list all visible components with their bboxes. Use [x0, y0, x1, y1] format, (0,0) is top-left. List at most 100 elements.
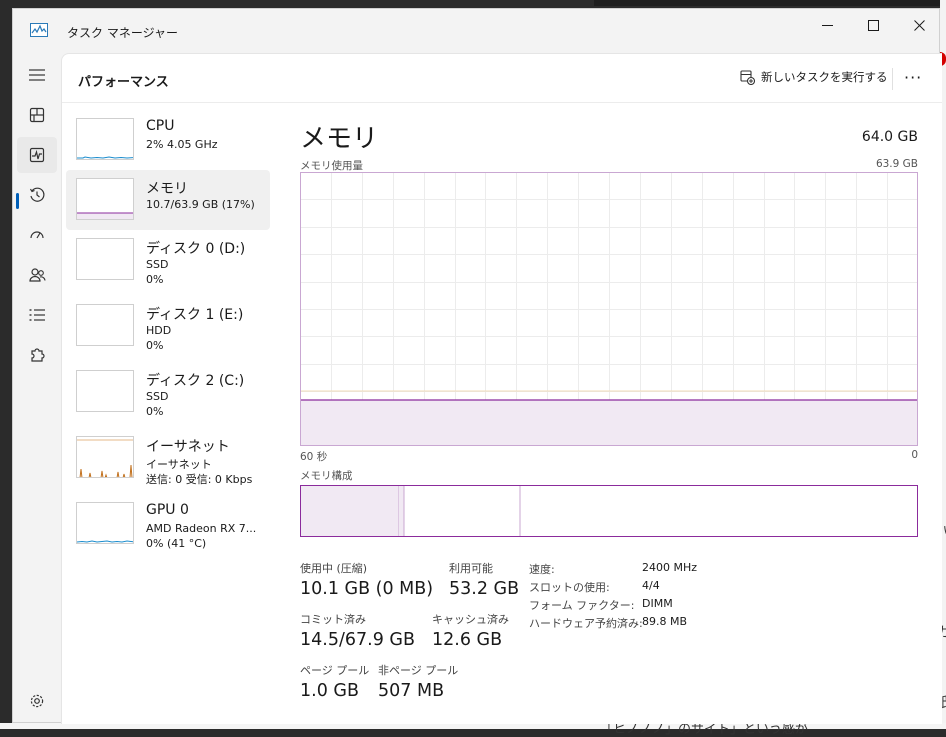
memory-thumbnail-graph — [76, 178, 134, 220]
disk-thumbnail-graph — [76, 304, 134, 346]
paged-pool-value: 1.0 GB — [300, 681, 359, 701]
speed-label: 速度: — [529, 563, 555, 576]
task-manager-window: タスク マネージャー パフォーマンス 新しいタスクを実行する ··· CPU 2… — [12, 8, 942, 724]
device-usage: 0% (41 °C) — [146, 537, 207, 550]
memory-usage-max: 63.9 GB — [875, 158, 918, 170]
nav-processes[interactable] — [17, 97, 57, 133]
performance-icon — [29, 147, 45, 163]
hamburger-menu-button[interactable] — [17, 57, 57, 93]
hardware-reserved-value: 89.8 MB — [642, 615, 688, 628]
device-detail: イーサネット — [146, 458, 212, 471]
memory-composition-label: メモリ構成 — [300, 470, 353, 482]
device-usage: 0% — [146, 273, 164, 286]
form-factor-label: フォーム ファクター: — [529, 599, 635, 612]
close-icon — [913, 19, 925, 31]
slots-label: スロットの使用: — [529, 581, 610, 594]
device-item-disk-2[interactable]: ディスク 2 (C:) SSD 0% — [66, 362, 270, 422]
device-name: CPU — [146, 118, 175, 134]
nav-startup-apps[interactable] — [17, 217, 57, 253]
more-options-button[interactable]: ··· — [904, 68, 922, 87]
paged-pool-label: ページ プール — [300, 664, 370, 677]
cpu-thumbnail-graph — [76, 118, 134, 160]
page-title: パフォーマンス — [78, 75, 169, 90]
nav-performance[interactable] — [17, 137, 57, 173]
device-detail: 2% 4.05 GHz — [146, 138, 218, 151]
desktop-background — [594, 0, 946, 6]
memory-composition-bar — [300, 485, 918, 537]
minimize-button[interactable] — [804, 9, 850, 41]
device-detail: SSD — [146, 258, 169, 271]
available-label: 利用可能 — [449, 562, 493, 575]
memory-usage-label: メモリ使用量 — [300, 160, 363, 172]
services-puzzle-icon — [31, 348, 45, 362]
maximize-icon — [867, 19, 879, 31]
navigation-sidebar — [13, 53, 61, 723]
device-usage: 0% — [146, 339, 164, 352]
in-use-value: 10.1 GB (0 MB) — [300, 579, 434, 599]
maximize-button[interactable] — [850, 9, 896, 41]
device-name: メモリ — [146, 181, 188, 197]
device-detail: AMD Radeon RX 7... — [146, 522, 257, 535]
available-value: 53.2 GB — [449, 579, 520, 599]
device-name: GPU 0 — [146, 502, 189, 518]
panel-header: パフォーマンス 新しいタスクを実行する ··· — [62, 54, 942, 103]
cached-value: 12.6 GB — [432, 630, 503, 650]
hamburger-icon — [29, 69, 45, 81]
speed-value: 2400 MHz — [642, 561, 698, 574]
users-icon — [28, 268, 46, 282]
device-name: イーサネット — [146, 439, 230, 455]
hardware-reserved-label: ハードウェア予約済み: — [529, 617, 643, 630]
nav-settings[interactable] — [17, 683, 57, 719]
minimize-icon — [821, 24, 833, 26]
nonpaged-pool-value: 507 MB — [378, 681, 445, 701]
device-item-disk-1[interactable]: ディスク 1 (E:) HDD 0% — [66, 296, 270, 356]
settings-gear-icon — [30, 694, 44, 708]
committed-value: 14.5/67.9 GB — [300, 630, 415, 650]
memory-usage-fill — [301, 400, 917, 445]
device-item-gpu-0[interactable]: GPU 0 AMD Radeon RX 7... 0% (41 °C) — [66, 494, 270, 554]
nav-users[interactable] — [17, 257, 57, 293]
cached-label: キャッシュ済み — [432, 613, 509, 626]
task-manager-app-icon — [30, 23, 48, 37]
nav-services[interactable] — [17, 337, 57, 373]
device-usage: 0% — [146, 405, 164, 418]
details-list-icon — [29, 309, 45, 321]
in-use-segment — [301, 486, 399, 536]
nav-app-history[interactable] — [17, 177, 57, 213]
device-name: ディスク 2 (C:) — [146, 373, 245, 389]
title-bar[interactable]: タスク マネージャー — [13, 9, 939, 53]
ethernet-thumbnail-graph — [76, 436, 134, 478]
device-name: ディスク 0 (D:) — [146, 241, 246, 257]
device-item-memory[interactable]: メモリ 10.7/63.9 GB (17%) — [66, 170, 270, 230]
close-button[interactable] — [896, 9, 942, 41]
device-item-cpu[interactable]: CPU 2% 4.05 GHz — [66, 110, 270, 170]
memory-total: 64.0 GB — [861, 129, 918, 145]
device-detail: SSD — [146, 390, 169, 403]
run-task-label: 新しいタスクを実行する — [761, 70, 888, 84]
device-detail: HDD — [146, 324, 172, 337]
device-item-ethernet[interactable]: イーサネット イーサネット 送信: 0 受信: 0 Kbps — [66, 428, 270, 488]
time-axis-end: 0 — [911, 449, 918, 461]
device-detail: 10.7/63.9 GB (17%) — [146, 198, 255, 211]
device-usage: 送信: 0 受信: 0 Kbps — [146, 473, 253, 486]
history-icon — [29, 187, 45, 202]
modified-segment — [399, 486, 404, 536]
time-axis-start: 60 秒 — [300, 451, 328, 463]
disk-thumbnail-graph — [76, 370, 134, 412]
device-name: ディスク 1 (E:) — [146, 307, 244, 323]
form-factor-value: DIMM — [642, 597, 673, 610]
window-title: タスク マネージャー — [67, 26, 178, 40]
memory-usage-graph — [300, 172, 918, 446]
in-use-label: 使用中 (圧縮) — [300, 562, 368, 575]
memory-title: メモリ — [300, 124, 379, 154]
disk-thumbnail-graph — [76, 238, 134, 280]
run-new-task-button[interactable]: 新しいタスクを実行する — [740, 69, 888, 85]
committed-label: コミット済み — [300, 613, 366, 626]
device-item-disk-0[interactable]: ディスク 0 (D:) SSD 0% — [66, 230, 270, 290]
nav-details[interactable] — [17, 297, 57, 333]
memory-detail: メモリ 64.0 GB メモリ使用量 63.9 GB 60 秒 0 メモリ構成 — [292, 102, 932, 722]
processes-icon — [29, 107, 45, 123]
slots-value: 4/4 — [642, 579, 660, 592]
run-task-icon — [740, 69, 755, 85]
nonpaged-pool-label: 非ページ プール — [378, 664, 459, 677]
